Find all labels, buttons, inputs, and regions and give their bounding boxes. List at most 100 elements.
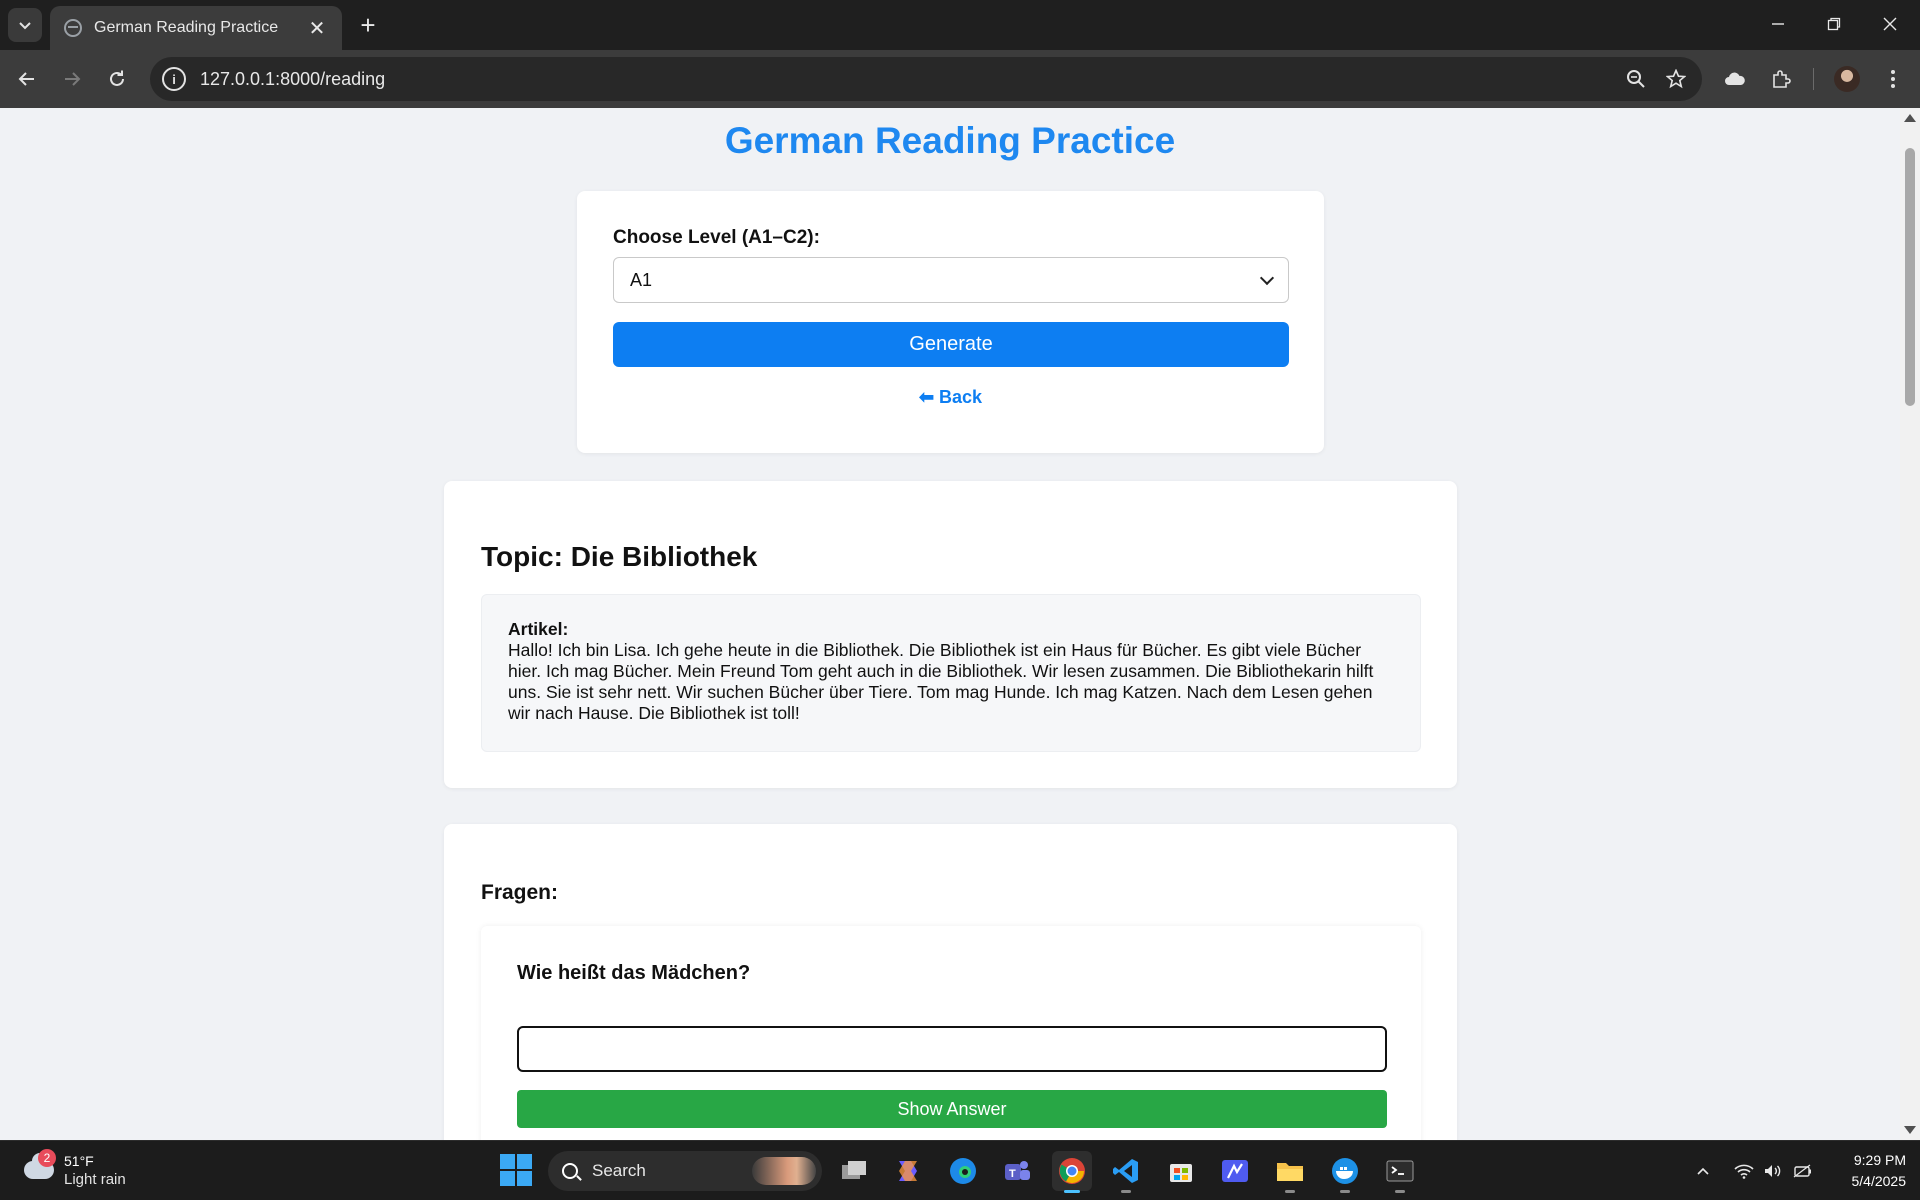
level-select[interactable]: A1 xyxy=(613,257,1289,303)
scroll-down-arrow-icon[interactable] xyxy=(1904,1126,1916,1134)
weather-widget[interactable]: 2 51°F Light rain xyxy=(22,1149,142,1193)
zoom-icon[interactable] xyxy=(1616,59,1656,99)
restore-button[interactable] xyxy=(1806,0,1862,48)
scroll-up-arrow-icon[interactable] xyxy=(1904,114,1916,122)
running-indicator xyxy=(1340,1190,1350,1193)
back-link[interactable]: ⬅ Back xyxy=(577,387,1324,408)
question-item: Wie heißt das Mädchen? Show Answer xyxy=(481,926,1421,1140)
editor-app[interactable] xyxy=(1215,1151,1255,1191)
extensions-icon[interactable] xyxy=(1764,62,1798,96)
search-icon xyxy=(562,1163,578,1179)
bookmark-star-icon[interactable] xyxy=(1656,59,1696,99)
forward-nav-button[interactable] xyxy=(55,62,89,96)
weather-badge: 2 xyxy=(38,1149,56,1167)
edge-icon xyxy=(950,1158,976,1184)
volume-icon[interactable] xyxy=(1759,1157,1787,1185)
arrow-left-icon xyxy=(18,72,34,86)
start-button[interactable] xyxy=(500,1154,532,1186)
level-label: Choose Level (A1–C2): xyxy=(613,227,820,248)
tray-overflow-chevron-icon[interactable] xyxy=(1689,1157,1717,1185)
article-box: Artikel: Hallo! Ich bin Lisa. Ich gehe h… xyxy=(481,594,1421,752)
reload-button[interactable] xyxy=(100,62,134,96)
clock-time: 9:29 PM xyxy=(1853,1152,1906,1168)
teams-app[interactable]: T xyxy=(997,1151,1037,1191)
back-nav-button[interactable] xyxy=(10,62,44,96)
active-indicator xyxy=(1064,1190,1080,1193)
toolbar-separator xyxy=(1813,68,1814,90)
folder-icon xyxy=(1277,1163,1303,1181)
chevron-down-icon xyxy=(1259,270,1275,285)
running-indicator xyxy=(1395,1190,1405,1193)
show-answer-button[interactable]: Show Answer xyxy=(517,1090,1387,1128)
questions-heading: Fragen: xyxy=(481,881,559,904)
teams-icon: T xyxy=(1005,1161,1030,1180)
svg-text:T: T xyxy=(1009,1168,1016,1180)
store-icon xyxy=(1170,1164,1192,1182)
task-view-button[interactable] xyxy=(834,1151,874,1191)
generate-button[interactable]: Generate xyxy=(613,322,1289,367)
article-label: Artikel: xyxy=(508,619,569,639)
terminal-icon xyxy=(1386,1160,1414,1182)
menu-kebab-icon[interactable] xyxy=(1876,62,1910,96)
clock-date: 5/4/2025 xyxy=(1851,1173,1907,1189)
site-info-icon[interactable]: i xyxy=(162,67,186,91)
question-text: Wie heißt das Mädchen? xyxy=(517,962,751,984)
close-tab-icon[interactable]: ✕ xyxy=(306,16,328,41)
docker-icon xyxy=(1332,1158,1358,1184)
windows-logo-icon xyxy=(500,1154,515,1169)
profile-avatar[interactable] xyxy=(1834,66,1860,92)
page-viewport: German Reading Practice Choose Level (A1… xyxy=(0,108,1900,1140)
minimize-button[interactable] xyxy=(1750,0,1806,48)
chrome-app[interactable] xyxy=(1052,1151,1092,1193)
new-tab-button[interactable]: + xyxy=(353,10,383,40)
level-card: Choose Level (A1–C2): A1 Generate ⬅ Back xyxy=(577,191,1324,453)
article-text: Hallo! Ich bin Lisa. Ich gehe heute in d… xyxy=(508,640,1374,723)
vscode-app[interactable] xyxy=(1106,1151,1146,1193)
minimize-icon xyxy=(1772,23,1784,25)
taskbar-search[interactable]: Search xyxy=(548,1151,822,1191)
taskbar: 2 51°F Light rain Search T 9:29 PM 5/4/2… xyxy=(0,1140,1920,1200)
tab-title: German Reading Practice xyxy=(94,19,279,36)
taskbar-search-label: Search xyxy=(592,1161,646,1180)
tab-strip: German Reading Practice ✕ + xyxy=(0,0,1920,50)
edge-app[interactable] xyxy=(943,1151,983,1191)
close-window-button[interactable] xyxy=(1862,0,1918,48)
running-indicator xyxy=(1121,1190,1131,1193)
vscode-icon xyxy=(1113,1159,1138,1183)
page-title: German Reading Practice xyxy=(724,120,1176,161)
answer-input[interactable] xyxy=(517,1026,1387,1072)
questions-card: Fragen: Wie heißt das Mädchen? Show Answ… xyxy=(444,824,1457,1140)
file-explorer-app[interactable] xyxy=(1270,1151,1310,1193)
store-app[interactable] xyxy=(1161,1151,1201,1191)
chevron-down-icon xyxy=(19,22,31,30)
url-text[interactable]: 127.0.0.1:8000/reading xyxy=(200,69,1616,90)
pen-app-icon xyxy=(1222,1160,1248,1182)
battery-icon[interactable] xyxy=(1788,1157,1816,1185)
browser-tab[interactable]: German Reading Practice ✕ xyxy=(50,6,342,50)
terminal-app[interactable] xyxy=(1380,1151,1420,1193)
running-indicator xyxy=(1285,1190,1295,1193)
page-scrollbar[interactable] xyxy=(1900,108,1920,1140)
copilot-icon xyxy=(899,1161,917,1181)
system-clock[interactable]: 9:29 PM 5/4/2025 xyxy=(1830,1150,1907,1192)
weather-desc: Light rain xyxy=(64,1171,126,1188)
globe-icon xyxy=(64,19,82,37)
task-view-icon xyxy=(842,1161,866,1179)
arrow-right-icon xyxy=(65,72,81,86)
close-icon xyxy=(1883,17,1897,31)
tab-search-button[interactable] xyxy=(8,8,42,42)
topic-title: Topic: Die Bibliothek xyxy=(481,541,758,572)
wifi-icon[interactable] xyxy=(1730,1157,1758,1185)
restore-icon xyxy=(1827,17,1841,31)
topic-card: Topic: Die Bibliothek Artikel: Hallo! Ic… xyxy=(444,481,1457,788)
weather-temp: 51°F xyxy=(64,1153,94,1169)
copilot-app[interactable] xyxy=(888,1151,928,1191)
address-bar[interactable]: i 127.0.0.1:8000/reading xyxy=(150,57,1702,101)
docker-app[interactable] xyxy=(1325,1151,1365,1193)
scroll-thumb[interactable] xyxy=(1905,148,1915,406)
level-selected-value: A1 xyxy=(630,269,653,290)
reload-icon xyxy=(110,70,124,86)
search-highlight-image xyxy=(752,1157,816,1185)
chrome-icon xyxy=(1059,1158,1085,1184)
cloud-icon[interactable] xyxy=(1718,62,1752,96)
